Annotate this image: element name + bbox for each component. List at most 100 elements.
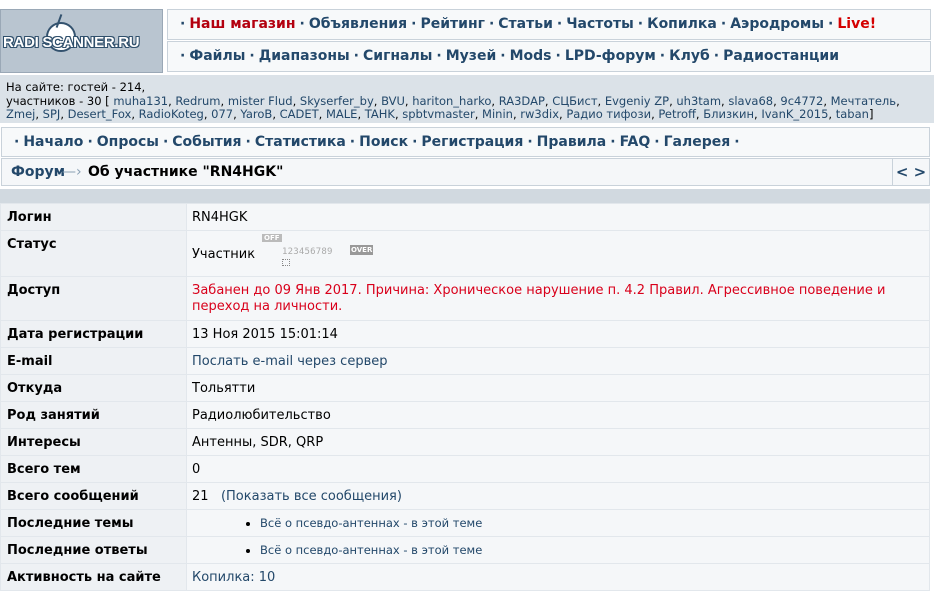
- online-user-link[interactable]: uh3tam: [676, 94, 721, 108]
- top-nav-item[interactable]: Частоты: [566, 16, 634, 32]
- online-user-link[interactable]: MALE: [326, 107, 357, 121]
- online-user-link[interactable]: Радио тифози: [566, 107, 651, 121]
- second-nav-item[interactable]: Музей: [446, 48, 497, 64]
- activity-link[interactable]: Копилка: 10: [192, 570, 275, 585]
- online-user-link[interactable]: IvanK_2015: [761, 107, 828, 121]
- nav-separator: ·: [488, 16, 495, 32]
- online-user-link[interactable]: slava68: [728, 94, 773, 108]
- meter-scale: 123456789: [282, 247, 333, 257]
- last-topics-label: Последние темы: [0, 509, 187, 537]
- forum-nav-item[interactable]: Статистика: [255, 134, 346, 150]
- from-label: Откуда: [0, 374, 187, 402]
- online-user-link[interactable]: muha131: [113, 94, 168, 108]
- top-nav-item[interactable]: Копилка: [647, 16, 717, 32]
- second-nav-item[interactable]: Сигналы: [363, 48, 432, 64]
- forum-nav-item[interactable]: Правила: [537, 134, 607, 150]
- nav-separator: ·: [527, 134, 533, 150]
- online-user-link[interactable]: TAHK: [365, 107, 395, 121]
- top-nav-item[interactable]: Объявления: [309, 16, 407, 32]
- second-nav-item[interactable]: Файлы: [189, 48, 245, 64]
- online-user-link[interactable]: rw3dix: [520, 107, 559, 121]
- forum-nav-item[interactable]: FAQ: [620, 134, 651, 150]
- second-nav-item[interactable]: Клуб: [669, 48, 710, 64]
- row-activity: Активность на сайте Копилка: 10: [0, 563, 930, 591]
- forum-nav-item[interactable]: Регистрация: [421, 134, 523, 150]
- topics-label: Всего тем: [0, 455, 187, 483]
- login-value: RN4HGK: [186, 203, 930, 231]
- nav-separator: ·: [828, 16, 834, 32]
- row-from: Откуда Тольятти: [0, 374, 930, 402]
- second-nav-item[interactable]: Mods: [510, 48, 552, 64]
- online-user-link[interactable]: Skyserfer_by: [300, 94, 374, 108]
- online-user-link[interactable]: СЦБист: [552, 94, 597, 108]
- nav-separator: ·: [436, 48, 442, 64]
- forum-nav-item[interactable]: Начало: [23, 134, 83, 150]
- breadcrumb-forum-link[interactable]: Форум: [11, 159, 65, 185]
- nav-separator: ·: [637, 16, 644, 32]
- top-nav-item[interactable]: Статьи: [498, 16, 553, 32]
- online-user-link[interactable]: Близкин: [703, 107, 754, 121]
- online-user-link[interactable]: YaroB: [240, 107, 272, 121]
- second-nav-item[interactable]: LPD-форум: [565, 48, 656, 64]
- last-reply-link[interactable]: Всё о псевдо-антеннах - в этой теме: [260, 543, 482, 557]
- online-user-link[interactable]: RA3DAP: [499, 94, 545, 108]
- send-email-link[interactable]: Послать e-mail через сервер: [192, 354, 387, 369]
- row-posts: Всего сообщений 21 (Показать все сообщен…: [0, 482, 930, 510]
- online-user-link[interactable]: SPJ: [43, 107, 61, 121]
- topics-value: 0: [186, 455, 930, 483]
- from-value: Тольятти: [186, 374, 930, 402]
- online-user-link[interactable]: Zmej: [6, 107, 35, 121]
- nav-separator: ·: [659, 48, 666, 64]
- show-all-posts-link[interactable]: (Показать все сообщения): [221, 489, 402, 504]
- online-user-link[interactable]: hariton_harko: [412, 94, 491, 108]
- row-last-replies: Последние ответы Всё о псевдо-антеннах -…: [0, 536, 930, 564]
- row-login: Логин RN4HGK: [0, 203, 930, 231]
- nav-separator: ·: [14, 134, 20, 150]
- online-user-link[interactable]: BVU: [381, 94, 405, 108]
- online-user-link[interactable]: Minin: [482, 107, 513, 121]
- online-user-link[interactable]: Petroff: [658, 107, 696, 121]
- main-nav-top: · Наш магазин · Объявления · Рейтинг · Статьи · Ч…: [167, 9, 931, 40]
- online-user-link[interactable]: RadioKoteg: [139, 107, 204, 121]
- forum-nav-item[interactable]: Поиск: [359, 134, 408, 150]
- members-close: ]: [868, 107, 874, 121]
- online-user-link[interactable]: 9c4772: [780, 94, 823, 108]
- online-user-link[interactable]: 077: [211, 107, 233, 121]
- online-user-link[interactable]: Redrum: [175, 94, 220, 108]
- top-nav-item[interactable]: Live!: [837, 16, 876, 32]
- registration-label: Дата регистрации: [0, 320, 187, 348]
- top-nav-item[interactable]: Аэродромы: [730, 16, 824, 32]
- online-user-link[interactable]: Мечтатель: [831, 94, 896, 108]
- top-nav-item[interactable]: Рейтинг: [420, 16, 484, 32]
- online-user-link[interactable]: mister Flud: [228, 94, 293, 108]
- occupation-value: Радиолюбительство: [186, 401, 930, 429]
- second-nav-item[interactable]: Диапазоны: [259, 48, 350, 64]
- guests-count: На сайте: гостей - 214,: [6, 80, 146, 94]
- nav-separator: ·: [610, 134, 616, 150]
- interests-value: Антенны, SDR, QRP: [186, 428, 930, 456]
- forum-nav-item[interactable]: События: [172, 134, 241, 150]
- nav-separator: ·: [720, 16, 727, 32]
- forum-nav-item[interactable]: Галерея: [664, 134, 731, 150]
- last-topic-link[interactable]: Всё о псевдо-антеннах - в этой теме: [260, 516, 482, 530]
- site-logo[interactable]: RADI SCANNER.RU: [0, 9, 163, 73]
- nav-separator: ·: [249, 48, 255, 64]
- posts-label: Всего сообщений: [0, 482, 187, 510]
- online-user-link[interactable]: Desert_Fox: [68, 107, 132, 121]
- nav-separator: ·: [734, 134, 740, 150]
- meter-over-label: OVER: [350, 245, 374, 255]
- forum-nav-item[interactable]: Опросы: [97, 134, 159, 150]
- second-nav-item[interactable]: Радиостанции: [723, 48, 839, 64]
- row-access: Доступ Забанен до 09 Янв 2017. Причина: …: [0, 276, 930, 321]
- online-user-link[interactable]: Evgeniy ZP: [605, 94, 669, 108]
- row-last-topics: Последние темы Всё о псевдо-антеннах - в…: [0, 509, 930, 537]
- reputation-meter-icon: OFF 123456789 OVER: [262, 234, 374, 268]
- online-user-link[interactable]: spbtvmaster: [402, 107, 474, 121]
- online-user-list: muha131, Redrum, mister Flud, Skyserfer_…: [6, 94, 900, 121]
- meter-off-label: OFF: [262, 234, 282, 242]
- top-nav-item[interactable]: Наш магазин: [189, 16, 295, 32]
- online-user-link[interactable]: taban: [836, 107, 869, 121]
- online-user-link[interactable]: CADET: [280, 107, 319, 121]
- prev-next-pager[interactable]: < >: [892, 159, 929, 185]
- nav-separator: ·: [353, 48, 359, 64]
